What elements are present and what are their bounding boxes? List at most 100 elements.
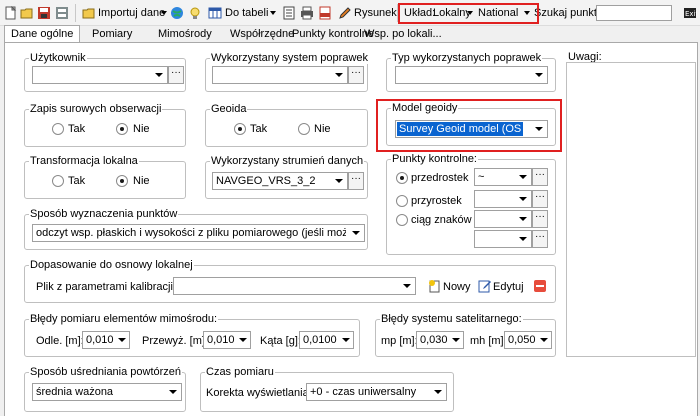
notes-textarea[interactable]: [566, 62, 696, 357]
suffix-radio[interactable]: [396, 195, 408, 207]
calibration-file-select[interactable]: [173, 277, 416, 295]
user-more-button[interactable]: ···: [168, 66, 184, 84]
data-stream-more-button[interactable]: ···: [348, 172, 364, 190]
chevron-down-icon[interactable]: [236, 332, 250, 348]
table-icon[interactable]: [208, 6, 222, 20]
edit-icon[interactable]: [478, 279, 492, 293]
separator: [75, 4, 76, 22]
angle-select[interactable]: 0,0100: [299, 331, 354, 349]
globe-icon[interactable]: [170, 6, 184, 20]
export-icon[interactable]: [55, 6, 69, 20]
char-string-select[interactable]: [474, 210, 532, 228]
point-method-select[interactable]: odczyt wsp. płaskich i wysokości z pliku…: [32, 224, 365, 242]
chevron-down-icon[interactable]: [514, 211, 531, 227]
chevron-down-icon[interactable]: [270, 11, 276, 15]
geoid-title: Geoida: [210, 103, 248, 115]
tab-coordinates[interactable]: Współrzędne: [230, 27, 294, 42]
chevron-down-icon[interactable]: [530, 121, 547, 137]
char-string-radio[interactable]: [396, 214, 408, 226]
lightbulb-icon[interactable]: [188, 6, 202, 20]
edit-button[interactable]: Edytuj: [493, 281, 524, 294]
open-folder-icon[interactable]: [20, 6, 34, 20]
chevron-down-icon[interactable]: [514, 169, 531, 185]
char-string-select-2[interactable]: [474, 230, 532, 248]
tab-general[interactable]: Dane ogólne: [4, 25, 81, 43]
chevron-down-icon[interactable]: [530, 67, 547, 83]
chevron-down-icon[interactable]: [161, 11, 167, 15]
document-icon[interactable]: [282, 6, 296, 20]
prefix-more-button[interactable]: ···: [532, 168, 548, 186]
chevron-down-icon[interactable]: [115, 332, 129, 348]
tab-measurements[interactable]: Pomiary: [92, 27, 132, 42]
new-button[interactable]: Nowy: [443, 281, 471, 294]
delete-icon[interactable]: [533, 279, 547, 293]
geoid-model-select[interactable]: Survey Geoid model (OS: [395, 120, 548, 138]
pencil-icon[interactable]: [338, 6, 352, 20]
geoid-select[interactable]: National G: [478, 6, 520, 21]
prefix-radio[interactable]: [396, 172, 408, 184]
raw-observations-yes-radio[interactable]: [52, 123, 64, 135]
chevron-down-icon[interactable]: [514, 231, 531, 247]
mp-select[interactable]: 0,030: [416, 331, 464, 349]
pdf-icon[interactable]: [318, 6, 332, 20]
chevron-down-icon[interactable]: [467, 11, 473, 15]
chevron-down-icon[interactable]: [347, 225, 364, 241]
to-table-button[interactable]: Do tabeli: [225, 7, 268, 19]
offset-select[interactable]: 0,010: [82, 331, 130, 349]
shift-select[interactable]: 0,010: [203, 331, 251, 349]
chevron-down-icon[interactable]: [449, 332, 463, 348]
new-file-icon[interactable]: [428, 279, 442, 293]
chevron-down-icon[interactable]: [330, 67, 347, 83]
control-points-title: Punkty kontrolne:: [391, 153, 478, 165]
data-stream-select[interactable]: NAVGEO_VRS_3_2: [212, 172, 348, 190]
new-file-icon[interactable]: [4, 5, 18, 20]
system-label: Układ:: [404, 7, 436, 19]
chevron-down-icon[interactable]: [150, 67, 167, 83]
tab-localized-coordinates[interactable]: Wsp. po lokali...: [364, 27, 442, 42]
svg-text:Exit: Exit: [685, 10, 697, 18]
tab-eccentricities[interactable]: Mimośrody: [158, 27, 212, 42]
correction-system-select[interactable]: [212, 66, 348, 84]
chevron-down-icon[interactable]: [339, 332, 353, 348]
char-string-more-button-2[interactable]: ···: [532, 230, 548, 248]
system-select[interactable]: Lokalny: [433, 6, 469, 21]
correction-type-select[interactable]: [395, 66, 548, 84]
chevron-down-icon[interactable]: [524, 11, 530, 15]
chevron-down-icon[interactable]: [164, 384, 181, 400]
geoid-group: Geoida: [205, 103, 368, 147]
separator: [397, 4, 398, 22]
save-icon[interactable]: [37, 6, 51, 20]
angle-value: 0,0100: [303, 334, 337, 346]
chevron-down-icon[interactable]: [429, 384, 446, 400]
user-select[interactable]: [32, 66, 168, 84]
char-string-more-button[interactable]: ···: [532, 210, 548, 228]
user-group-title: Użytkownik: [29, 52, 87, 64]
averaging-title: Sposób uśredniania powtórzeń: [29, 366, 183, 378]
search-input[interactable]: [596, 5, 672, 21]
geoid-yes-radio[interactable]: [234, 123, 246, 135]
chevron-down-icon[interactable]: [537, 332, 551, 348]
import-data-button[interactable]: Importuj dane: [98, 7, 165, 19]
geoid-no-radio[interactable]: [298, 123, 310, 135]
mh-select[interactable]: 0,050: [504, 331, 552, 349]
point-method-title: Sposób wyznaczenia punktów: [29, 208, 179, 220]
chevron-down-icon[interactable]: [514, 191, 531, 207]
prefix-value: ~: [478, 171, 485, 183]
prefix-select[interactable]: ~: [474, 168, 532, 186]
import-folder-icon[interactable]: [82, 6, 96, 20]
display-correction-select[interactable]: +0 - czas uniwersalny: [306, 383, 447, 401]
exit-icon[interactable]: Exit: [683, 6, 699, 20]
tab-control-points[interactable]: Punkty kontrolne: [292, 27, 374, 42]
drawing-button[interactable]: Rysunek: [354, 7, 397, 19]
raw-observations-no-radio[interactable]: [116, 123, 128, 135]
chevron-down-icon[interactable]: [398, 278, 415, 294]
print-icon[interactable]: [300, 6, 314, 20]
chevron-down-icon[interactable]: [330, 173, 347, 189]
averaging-select[interactable]: średnia ważona: [32, 383, 182, 401]
correction-system-more-button[interactable]: ···: [348, 66, 364, 84]
satellite-errors-title: Błędy systemu satelitarnego:: [380, 313, 523, 325]
local-transform-yes-radio[interactable]: [52, 175, 64, 187]
suffix-more-button[interactable]: ···: [532, 190, 548, 208]
suffix-select[interactable]: [474, 190, 532, 208]
local-transform-no-radio[interactable]: [116, 175, 128, 187]
